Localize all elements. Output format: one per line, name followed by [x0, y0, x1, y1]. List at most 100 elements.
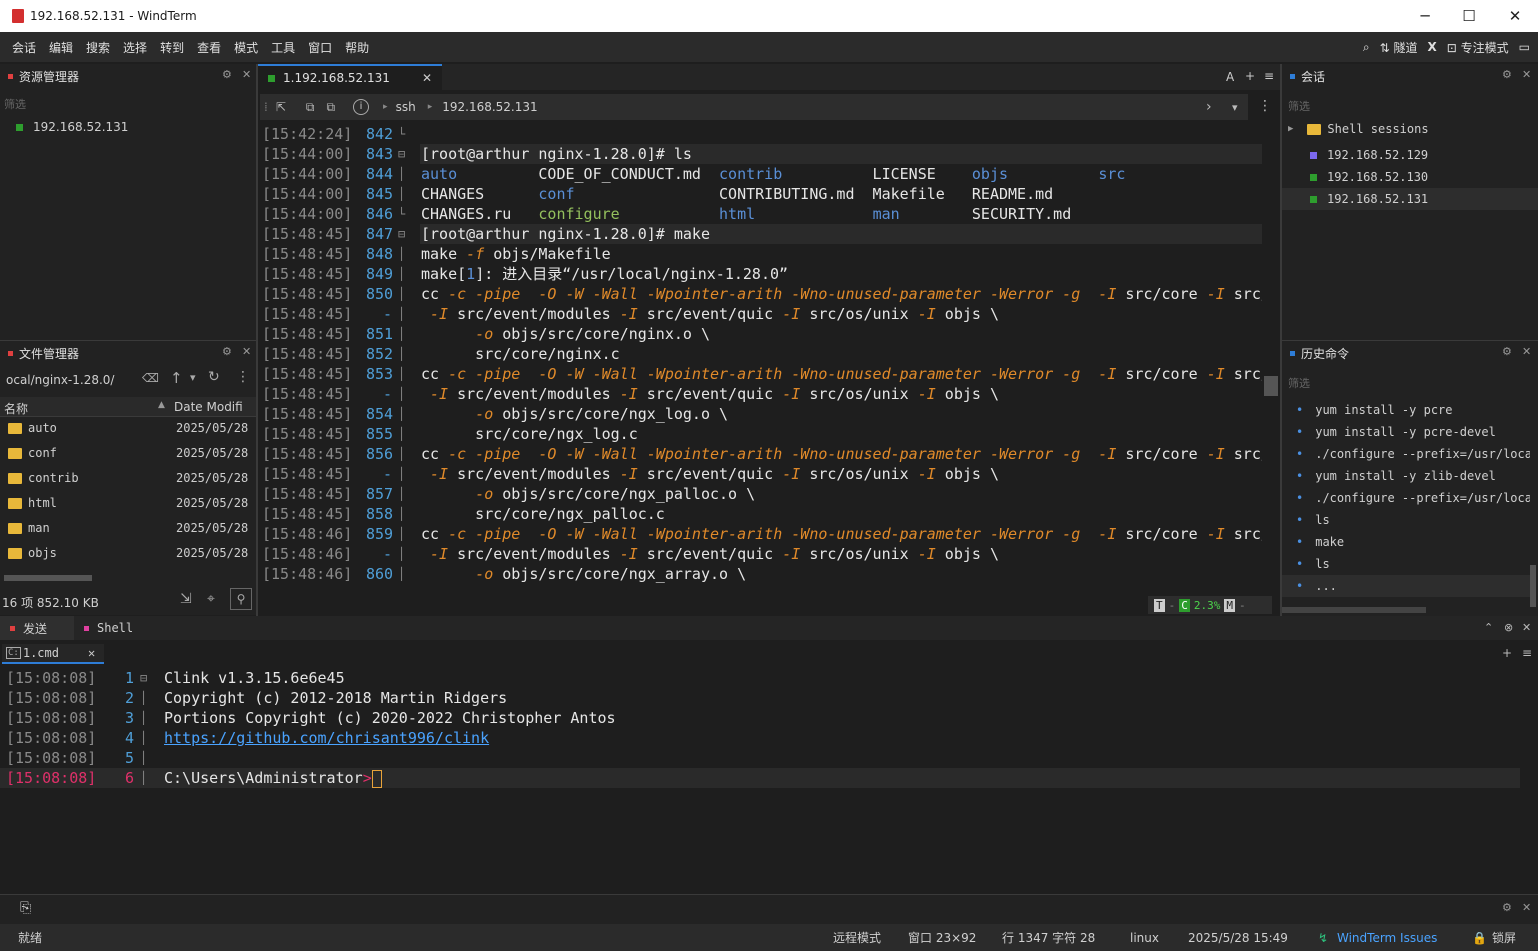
fold-marker[interactable]: │	[398, 264, 405, 284]
x-button[interactable]: X	[1428, 40, 1437, 54]
fold-marker[interactable]: │	[398, 324, 405, 344]
history-item[interactable]: • yum install -y pcre-devel	[1282, 421, 1530, 443]
close-icon[interactable]: ✕	[1522, 68, 1531, 81]
fold-marker[interactable]: │	[398, 184, 405, 204]
explorer-host-item[interactable]: 192.168.52.131	[16, 120, 128, 134]
fold-marker[interactable]: │	[398, 544, 405, 564]
horizontal-scrollbar[interactable]	[1282, 607, 1426, 613]
restore-icon[interactable]: ⊗	[1504, 621, 1513, 634]
open-folder-icon[interactable]: ⇲	[180, 591, 192, 607]
fold-marker[interactable]: │	[398, 564, 405, 584]
gear-icon[interactable]: ⚙	[1502, 901, 1512, 914]
fold-marker[interactable]: │	[398, 424, 405, 444]
sessions-filter[interactable]: 筛选	[1288, 98, 1310, 114]
file-row[interactable]: conf 2025/05/28	[8, 446, 248, 460]
status-lock-screen[interactable]: 锁屏	[1492, 929, 1516, 946]
gear-icon[interactable]: ⚙	[1502, 68, 1512, 81]
col-date-header[interactable]: Date Modifi	[174, 400, 250, 414]
crumb-host[interactable]: 192.168.52.131	[442, 100, 537, 114]
clink-link[interactable]: https://github.com/chrisant996/clink	[164, 729, 489, 747]
menu-item-8[interactable]: 窗口	[302, 39, 339, 56]
history-item[interactable]: • ./configure --prefix=/usr/local	[1282, 487, 1530, 509]
file-row[interactable]: objs 2025/05/28	[8, 546, 248, 560]
tab-shell[interactable]: Shell	[84, 616, 133, 640]
fold-marker[interactable]: ⊟	[140, 668, 147, 688]
tab-menu-button[interactable]: ≡	[1264, 69, 1274, 83]
file-row[interactable]: html 2025/05/28	[8, 496, 248, 510]
close-icon[interactable]: ✕	[1522, 901, 1531, 914]
fold-marker[interactable]: └	[398, 204, 405, 224]
fold-marker[interactable]: │	[398, 384, 405, 404]
menu-item-0[interactable]: 会话	[6, 39, 43, 56]
close-icon[interactable]: ✕	[242, 345, 251, 358]
explorer-filter[interactable]: 筛选	[4, 96, 26, 112]
minimize-button[interactable]: ─	[1402, 0, 1448, 32]
fold-marker[interactable]: ⊟	[398, 144, 405, 164]
fold-marker[interactable]: │	[140, 728, 147, 748]
session-item[interactable]: 192.168.52.131	[1282, 188, 1538, 210]
layout-icon[interactable]: ▭	[1519, 40, 1530, 54]
fold-marker[interactable]: │	[398, 344, 405, 364]
fold-marker[interactable]: │	[398, 504, 405, 524]
fold-marker[interactable]: │	[140, 708, 147, 728]
fold-marker[interactable]: │	[398, 164, 405, 184]
focus-mode-button[interactable]: ⊡ 专注模式	[1447, 39, 1509, 56]
fold-marker[interactable]: │	[398, 304, 405, 324]
sync-icon[interactable]: ⚲	[230, 588, 252, 610]
menu-item-4[interactable]: 转到	[154, 39, 191, 56]
add-icon[interactable]: +	[1502, 646, 1512, 660]
file-row[interactable]: contrib 2025/05/28	[8, 471, 248, 485]
session-item[interactable]: 192.168.52.129	[1282, 144, 1538, 166]
fold-marker[interactable]: │	[140, 768, 147, 788]
tab-cmd[interactable]: C: 1.cmd ✕	[2, 644, 104, 664]
menu-icon[interactable]: ≡	[1522, 646, 1532, 660]
crumb-ssh[interactable]: ssh	[396, 100, 416, 114]
status-window[interactable]: 窗口 23×92	[908, 929, 976, 946]
fold-marker[interactable]: │	[398, 524, 405, 544]
fold-marker[interactable]: │	[140, 688, 147, 708]
status-os[interactable]: linux	[1130, 931, 1159, 945]
close-icon[interactable]: ✕	[1522, 621, 1531, 634]
status-remote-mode[interactable]: 远程模式	[833, 929, 881, 946]
chevron-up-icon[interactable]: ⌃	[1484, 621, 1493, 634]
clear-path-icon[interactable]: ⌫	[142, 371, 159, 385]
fold-marker[interactable]: │	[398, 404, 405, 424]
fold-marker[interactable]: │	[398, 484, 405, 504]
menu-item-2[interactable]: 搜索	[80, 39, 117, 56]
close-icon[interactable]: ✕	[1522, 345, 1531, 358]
maximize-button[interactable]: ☐	[1446, 0, 1492, 32]
duplicate-icon[interactable]: ⧉	[306, 100, 315, 115]
col-name-header[interactable]: 名称	[4, 400, 28, 417]
tab-send[interactable]: 发送	[0, 616, 74, 640]
fold-marker[interactable]: │	[398, 444, 405, 464]
path-input[interactable]: ocal/nginx-1.28.0/	[6, 373, 136, 387]
menu-item-9[interactable]: 帮助	[339, 39, 376, 56]
close-icon[interactable]: ✕	[242, 68, 251, 81]
new-tab-button[interactable]: +	[1245, 69, 1255, 83]
fold-marker[interactable]: │	[398, 464, 405, 484]
history-item[interactable]: • ls	[1282, 553, 1530, 575]
more-icon[interactable]: ⋮	[1258, 98, 1272, 114]
more-icon[interactable]: ⋮	[236, 369, 250, 385]
refresh-icon[interactable]: ↻	[208, 369, 220, 385]
close-button[interactable]: ✕	[1492, 0, 1538, 32]
vertical-scrollbar[interactable]	[1530, 565, 1536, 607]
chevron-right-icon[interactable]: ›	[1206, 99, 1212, 115]
fold-marker[interactable]: │	[398, 364, 405, 384]
up-icon[interactable]: ↑	[170, 369, 183, 387]
copy-icon[interactable]: ⧉	[326, 100, 335, 115]
menu-item-6[interactable]: 模式	[228, 39, 265, 56]
menu-item-1[interactable]: 编辑	[43, 39, 80, 56]
tab-session-1[interactable]: 1.192.168.52.131 ✕	[258, 64, 442, 90]
history-item[interactable]: •...	[1282, 575, 1530, 597]
history-item[interactable]: • make	[1282, 531, 1530, 553]
fold-marker[interactable]: │	[398, 284, 405, 304]
new-session-icon[interactable]: ⇱	[276, 100, 286, 114]
fold-marker[interactable]: ⊟	[398, 224, 405, 244]
fold-marker[interactable]: └	[398, 124, 405, 144]
session-item[interactable]: 192.168.52.130	[1282, 166, 1538, 188]
file-row[interactable]: man 2025/05/28	[8, 521, 248, 535]
menu-item-5[interactable]: 查看	[191, 39, 228, 56]
history-item[interactable]: • ls	[1282, 509, 1530, 531]
chevron-down-icon[interactable]: ▾	[1232, 101, 1238, 114]
